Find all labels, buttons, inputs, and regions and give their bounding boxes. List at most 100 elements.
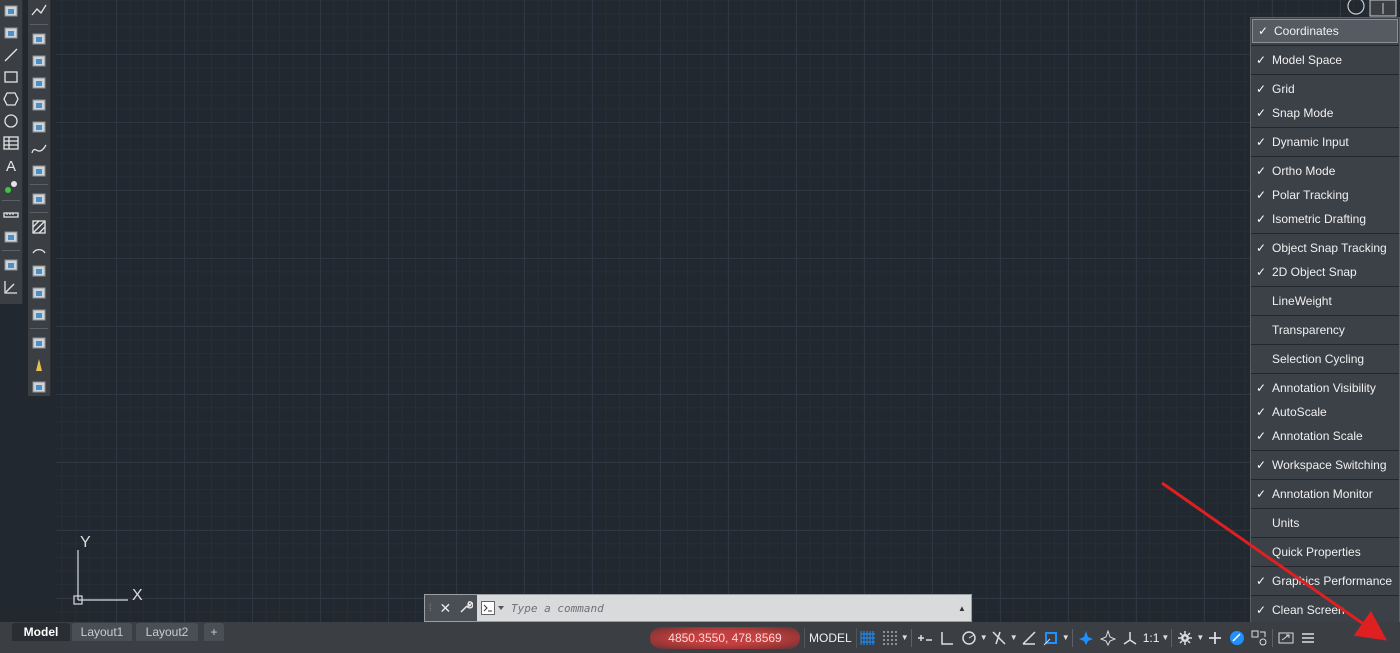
revcloud-icon[interactable] <box>28 260 50 282</box>
osnap-dropdown-icon[interactable]: ▼ <box>1062 633 1070 642</box>
menu-item-clean-screen[interactable]: ✓ Clean Screen <box>1251 598 1399 622</box>
copy-icon[interactable] <box>28 188 50 210</box>
plus-icon[interactable] <box>1204 627 1226 649</box>
spline-icon[interactable] <box>28 138 50 160</box>
menu-item-ortho-mode[interactable]: ✓ Ortho Mode <box>1251 159 1399 183</box>
pin-icon[interactable] <box>28 376 50 398</box>
menu-item-selection-cycling[interactable]: Selection Cycling <box>1251 347 1399 371</box>
menu-item-lineweight[interactable]: LineWeight <box>1251 289 1399 313</box>
polar-dropdown-icon[interactable]: ▼ <box>980 633 988 642</box>
menu-item-coordinates[interactable]: ✓ Coordinates <box>1252 19 1398 43</box>
clean-screen-icon[interactable] <box>1275 627 1297 649</box>
menu-item-annotation-monitor[interactable]: ✓ Annotation Monitor <box>1251 482 1399 506</box>
checkmark-icon: ✓ <box>1255 135 1267 149</box>
menu-item-model-space[interactable]: ✓ Model Space <box>1251 48 1399 72</box>
menu-item-workspace-switching[interactable]: ✓ Workspace Switching <box>1251 453 1399 477</box>
new-layer-icon[interactable] <box>0 0 22 22</box>
annotation-visibility-icon[interactable] <box>1075 627 1097 649</box>
checkmark-icon: ✓ <box>1255 603 1267 617</box>
insert-block-icon[interactable] <box>0 22 22 44</box>
menu-item-label: Quick Properties <box>1272 545 1361 559</box>
block-edit-icon[interactable] <box>28 50 50 72</box>
text-icon[interactable]: A <box>0 154 22 176</box>
tab-model[interactable]: Model <box>12 623 70 641</box>
match-properties-icon[interactable] <box>28 304 50 326</box>
group-icon[interactable] <box>28 332 50 354</box>
grid-icon[interactable] <box>857 627 879 649</box>
autoscale-icon[interactable] <box>1097 627 1119 649</box>
customization-menu-icon[interactable] <box>1297 627 1319 649</box>
drawing-canvas[interactable] <box>56 0 1400 622</box>
command-line-controls: ⁞ ✕ <box>425 595 477 621</box>
solid-icon[interactable] <box>28 160 50 182</box>
checkmark-icon: ✓ <box>1257 24 1269 38</box>
polar-icon[interactable] <box>958 627 980 649</box>
block-icon[interactable] <box>28 28 50 50</box>
rectangle-icon[interactable] <box>0 66 22 88</box>
point-icon[interactable] <box>0 176 22 198</box>
snap-icon[interactable] <box>879 627 901 649</box>
isodraft-dropdown-icon[interactable]: ▼ <box>1010 633 1018 642</box>
menu-item-quick-properties[interactable]: Quick Properties <box>1251 540 1399 564</box>
ortho-icon[interactable] <box>936 627 958 649</box>
isodraft-icon[interactable] <box>988 627 1010 649</box>
menu-item-graphics-performance[interactable]: ✓ Graphics Performance <box>1251 569 1399 593</box>
annotation-scale-value[interactable]: 1:1 <box>1141 631 1162 645</box>
menu-item-label: Workspace Switching <box>1272 458 1387 472</box>
measure-icon[interactable] <box>0 204 22 226</box>
table-icon[interactable] <box>0 132 22 154</box>
command-input[interactable] <box>509 596 953 620</box>
model-space-button[interactable]: MODEL <box>804 627 857 648</box>
close-icon[interactable]: ✕ <box>440 600 452 617</box>
chamfer-icon[interactable] <box>28 94 50 116</box>
menu-separator <box>1251 537 1399 538</box>
menu-item-autoscale[interactable]: ✓ AutoScale <box>1251 400 1399 424</box>
menu-item-transparency[interactable]: Transparency <box>1251 318 1399 342</box>
workspace-icon[interactable] <box>1174 627 1196 649</box>
osnap-icon[interactable] <box>1040 627 1062 649</box>
menu-item-grid[interactable]: ✓ Grid <box>1251 77 1399 101</box>
grip-icon[interactable]: ⁞ <box>429 603 432 614</box>
menu-item-isometric-drafting[interactable]: ✓ Isometric Drafting <box>1251 207 1399 231</box>
command-prompt-icon[interactable] <box>481 601 505 615</box>
pencil-icon[interactable] <box>28 354 50 376</box>
workspace-dropdown-icon[interactable]: ▼ <box>1196 633 1204 642</box>
dynamic-input-icon[interactable] <box>914 627 936 649</box>
polygon-icon[interactable] <box>0 88 22 110</box>
object-snap-tracking-icon[interactable] <box>1018 627 1040 649</box>
menu-item-polar-tracking[interactable]: ✓ Polar Tracking <box>1251 183 1399 207</box>
array-icon[interactable] <box>28 282 50 304</box>
layer-properties-icon[interactable] <box>0 226 22 248</box>
menu-item-annotation-visibility[interactable]: ✓ Annotation Visibility <box>1251 376 1399 400</box>
wrench-icon[interactable] <box>459 600 474 617</box>
menu-item-object-snap-tracking[interactable]: ✓ Object Snap Tracking <box>1251 236 1399 260</box>
menu-separator <box>1251 156 1399 157</box>
graphics-performance-icon[interactable] <box>1248 627 1270 649</box>
menu-item-snap-mode[interactable]: ✓ Snap Mode <box>1251 101 1399 125</box>
hatch-icon[interactable] <box>28 216 50 238</box>
command-history-button[interactable]: ▲ <box>953 604 971 613</box>
arc-icon[interactable] <box>28 238 50 260</box>
coordinate-axes-icon[interactable] <box>0 276 22 298</box>
tab-layout2[interactable]: Layout2 <box>136 623 198 641</box>
snap-dropdown-icon[interactable]: ▼ <box>901 633 909 642</box>
coordinates-display[interactable]: 4850.3550, 478.8569 <box>650 626 800 649</box>
menu-item-annotation-scale[interactable]: ✓ Annotation Scale <box>1251 424 1399 448</box>
layer-states-icon[interactable] <box>0 254 22 276</box>
viewcube-corner[interactable] <box>1344 0 1400 18</box>
annotation-monitor-icon[interactable] <box>1226 627 1248 649</box>
line-icon[interactable] <box>0 44 22 66</box>
break-icon[interactable] <box>28 72 50 94</box>
circle-icon[interactable] <box>0 110 22 132</box>
menu-item-dynamic-input[interactable]: ✓ Dynamic Input <box>1251 130 1399 154</box>
menu-separator <box>1251 344 1399 345</box>
tab-layout1[interactable]: Layout1 <box>72 623 132 641</box>
scale-dropdown-icon[interactable]: ▼ <box>1161 633 1169 642</box>
menu-item-2d-object-snap[interactable]: ✓ 2D Object Snap <box>1251 260 1399 284</box>
status-bar: 4850.3550, 478.8569 MODEL ▼ ▼ ▼ ▼ 1:1 ▼ … <box>650 622 1400 653</box>
add-layout-button[interactable]: + <box>204 623 224 641</box>
annotation-scale-icon[interactable] <box>1119 627 1141 649</box>
polyline-icon[interactable] <box>28 0 50 22</box>
fillet-icon[interactable] <box>28 116 50 138</box>
menu-item-units[interactable]: Units <box>1251 511 1399 535</box>
